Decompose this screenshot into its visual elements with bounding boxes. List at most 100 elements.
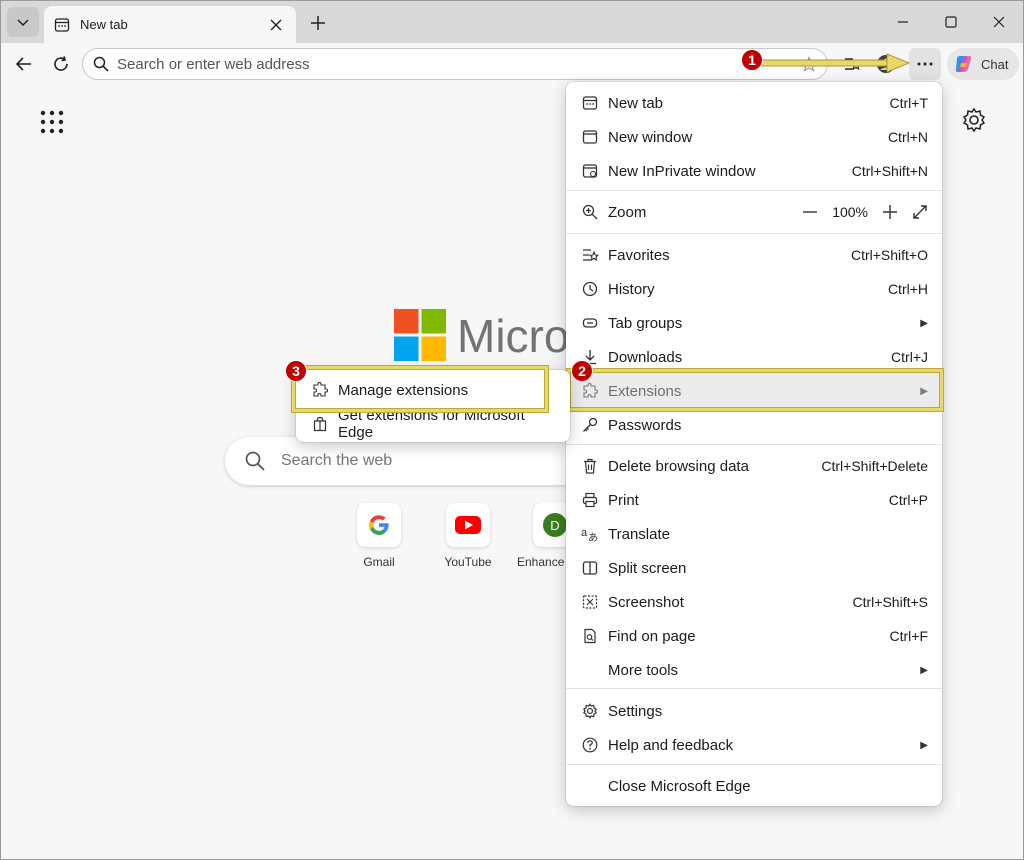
zoom-level: 100%	[832, 204, 868, 220]
refresh-icon	[54, 56, 68, 71]
back-button[interactable]	[9, 49, 39, 79]
zoom-controls: 100%	[802, 204, 928, 220]
chevron-right-icon: ▶	[920, 739, 928, 751]
svg-text:a: a	[581, 527, 588, 539]
tab-new-tab[interactable]: New tab	[44, 6, 296, 43]
menu-item-screenshot[interactable]: Screenshot Ctrl+Shift+S	[566, 585, 942, 619]
quicklink-gmail[interactable]: Gmail	[339, 503, 419, 569]
close-icon	[993, 16, 1005, 28]
key-icon	[580, 415, 600, 435]
maximize-icon	[945, 16, 957, 28]
menu-item-split-screen[interactable]: Split screen	[566, 551, 942, 585]
plus-icon	[311, 16, 325, 30]
new-tab-button[interactable]	[303, 9, 333, 37]
settings-and-more-menu: New tab Ctrl+T New window Ctrl+N New InP…	[566, 82, 942, 806]
annotation-arrow	[761, 53, 911, 73]
zoom-icon	[580, 202, 600, 222]
copilot-chat-button[interactable]: Chat	[947, 48, 1019, 80]
menu-item-passwords[interactable]: Passwords	[566, 408, 942, 442]
menu-separator	[566, 688, 942, 689]
menu-item-translate[interactable]: aあ Translate	[566, 517, 942, 551]
split-screen-icon	[580, 558, 600, 578]
quicklink-label: Enhance	[517, 555, 565, 569]
quicklink-youtube[interactable]: YouTube	[428, 503, 508, 569]
menu-item-find-on-page[interactable]: Find on page Ctrl+F	[566, 619, 942, 653]
search-icon	[93, 56, 109, 72]
zoom-in-icon[interactable]	[882, 204, 898, 220]
page-settings-gear-icon[interactable]	[961, 107, 987, 133]
maximize-button[interactable]	[929, 7, 973, 37]
tab-groups-icon	[580, 313, 600, 333]
quicklink-enhance[interactable]: D Enhance	[517, 503, 567, 569]
screenshot-icon	[580, 592, 600, 612]
annotation-badge-3: 3	[285, 360, 307, 382]
svg-text:D: D	[550, 518, 559, 533]
menu-item-favorites[interactable]: Favorites Ctrl+Shift+O	[566, 238, 942, 272]
trash-icon	[580, 456, 600, 476]
web-search-placeholder: Search the web	[281, 452, 393, 469]
tab-title: New tab	[80, 17, 128, 32]
back-arrow-icon	[15, 57, 31, 71]
new-tab-favicon-icon	[54, 17, 70, 33]
store-icon	[310, 414, 330, 434]
fullscreen-icon[interactable]	[912, 204, 928, 220]
menu-item-zoom: Zoom 100%	[566, 195, 942, 229]
annotation-highlight-extensions	[567, 369, 943, 411]
inprivate-icon	[580, 161, 600, 181]
menu-item-history[interactable]: History Ctrl+H	[566, 272, 942, 306]
tab-actions-button[interactable]	[7, 7, 39, 37]
settings-and-more-button[interactable]	[909, 48, 941, 80]
new-window-icon	[580, 127, 600, 147]
favorites-icon	[580, 245, 600, 265]
submenu-item-get-extensions[interactable]: Get extensions for Microsoft Edge	[296, 407, 570, 441]
letter-d-icon: D	[533, 503, 567, 547]
annotation-badge-1: 1	[741, 49, 763, 71]
menu-item-close-edge[interactable]: Close Microsoft Edge	[566, 769, 942, 803]
menu-item-print[interactable]: Print Ctrl+P	[566, 483, 942, 517]
history-icon	[580, 279, 600, 299]
copilot-icon	[955, 56, 972, 72]
menu-item-new-window[interactable]: New window Ctrl+N	[566, 120, 942, 154]
apps-grid-icon[interactable]	[39, 109, 65, 135]
menu-separator	[566, 233, 942, 234]
chevron-down-icon	[17, 19, 29, 27]
menu-item-new-tab[interactable]: New tab Ctrl+T	[566, 86, 942, 120]
print-icon	[580, 490, 600, 510]
google-icon	[357, 503, 401, 547]
gear-icon	[580, 701, 600, 721]
menu-separator	[566, 444, 942, 445]
minimize-button[interactable]	[881, 7, 925, 37]
zoom-out-icon[interactable]	[802, 204, 818, 220]
youtube-icon	[446, 503, 490, 547]
menu-item-tab-groups[interactable]: Tab groups ▶	[566, 306, 942, 340]
menu-separator	[566, 190, 942, 191]
translate-icon: aあ	[580, 524, 600, 544]
chevron-right-icon: ▶	[920, 317, 928, 329]
menu-item-settings[interactable]: Settings	[566, 694, 942, 728]
chat-label: Chat	[981, 56, 1009, 72]
search-icon	[245, 451, 265, 471]
chevron-right-icon: ▶	[920, 664, 928, 676]
refresh-button[interactable]	[46, 49, 76, 79]
microsoft-logo	[394, 309, 446, 361]
menu-separator	[566, 764, 942, 765]
browser-window: New tab Search or enter web address Chat…	[0, 0, 1024, 860]
annotation-badge-2: 2	[571, 360, 593, 382]
quicklink-label: YouTube	[444, 555, 492, 569]
address-bar[interactable]: Search or enter web address	[82, 48, 828, 80]
svg-text:あ: あ	[588, 532, 598, 542]
menu-item-delete-browsing-data[interactable]: Delete browsing data Ctrl+Shift+Delete	[566, 449, 942, 483]
tab-strip: New tab	[1, 1, 1023, 43]
minimize-icon	[898, 21, 908, 23]
annotation-highlight-manage-extensions	[292, 366, 548, 412]
menu-item-help-and-feedback[interactable]: Help and feedback ▶	[566, 728, 942, 762]
menu-item-more-tools[interactable]: More tools ▶	[566, 653, 942, 687]
close-window-button[interactable]	[977, 7, 1021, 37]
new-tab-icon	[580, 93, 600, 113]
find-icon	[580, 626, 600, 646]
address-placeholder: Search or enter web address	[117, 55, 310, 73]
quicklink-label: Gmail	[363, 555, 395, 569]
help-icon	[580, 735, 600, 755]
menu-item-new-inprivate-window[interactable]: New InPrivate window Ctrl+Shift+N	[566, 154, 942, 188]
close-tab-icon[interactable]	[266, 15, 286, 35]
